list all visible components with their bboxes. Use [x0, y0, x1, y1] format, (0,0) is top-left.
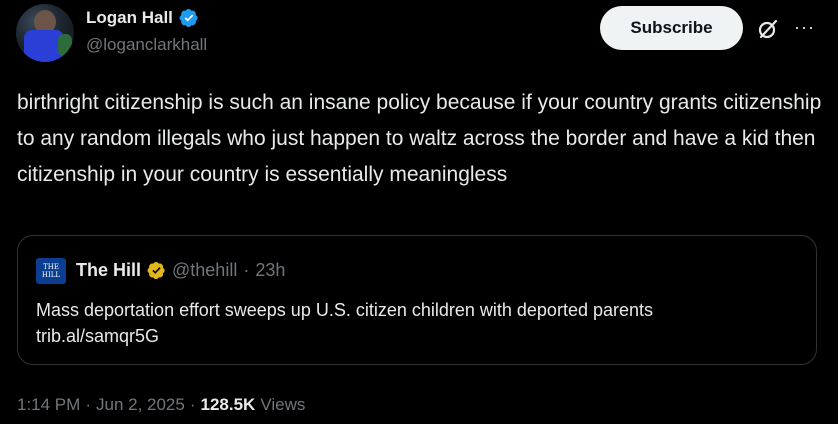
the-hill-logo: THE HILL: [36, 258, 66, 284]
separator-dot: ·: [85, 395, 91, 414]
more-options-icon[interactable]: ···: [794, 18, 815, 36]
views-count: 128.5K: [200, 395, 256, 414]
tweet-meta: 1:14 PM · Jun 2, 2025 · 128.5K Views: [17, 395, 305, 415]
separator-dot: ·: [189, 395, 196, 414]
author-name-row: Logan Hall: [86, 8, 199, 28]
avatar-foliage: [58, 34, 72, 56]
author-name[interactable]: Logan Hall: [86, 8, 173, 28]
verified-badge-icon[interactable]: [179, 8, 199, 28]
quoted-tweet[interactable]: THE HILL The Hill @thehill · 23h Mass de…: [17, 235, 817, 365]
tweet-text: birthright citizenship is such an insane…: [17, 91, 822, 186]
views-label: Views: [260, 395, 306, 414]
author-avatar[interactable]: [16, 4, 74, 62]
tweet-time[interactable]: 1:14 PM: [17, 395, 80, 415]
quoted-author-row: The Hill @thehill · 23h: [76, 260, 285, 281]
separator-dot: ·: [243, 260, 250, 280]
tweet-date[interactable]: Jun 2, 2025: [96, 395, 185, 415]
quoted-time: 23h: [255, 260, 286, 280]
quoted-link: trib.al/samqr5G: [36, 326, 160, 346]
author-handle[interactable]: @loganclarkhall: [86, 35, 207, 55]
subscribe-button[interactable]: Subscribe: [600, 6, 743, 50]
quoted-text-line: Mass deportation effort sweeps up U.S. c…: [36, 300, 654, 320]
grok-icon[interactable]: [757, 18, 779, 40]
verified-org-badge-icon: [147, 261, 166, 280]
quoted-text: Mass deportation effort sweeps up U.S. c…: [36, 297, 806, 349]
quoted-author-handle: @thehill: [172, 260, 238, 280]
quoted-author-name: The Hill: [76, 260, 142, 280]
